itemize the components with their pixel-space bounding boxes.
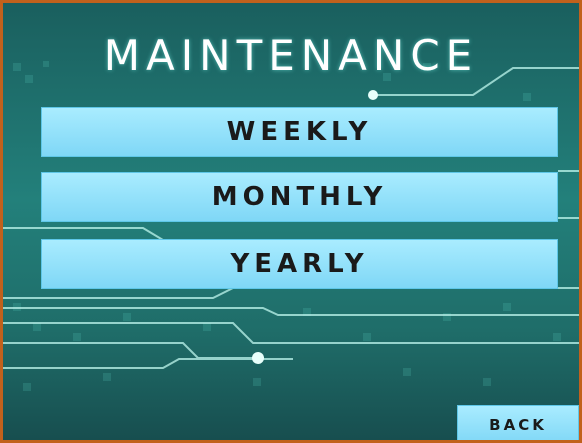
yearly-button-label: YEARLY [230,249,369,279]
monthly-button-label: MONTHLY [211,182,388,212]
weekly-button-label: WEEKLY [226,117,373,147]
monthly-button[interactable]: MONTHLY [41,172,558,222]
screen-frame: MAINTENANCE WEEKLY MONTHLY YEARLY BACK [0,0,582,443]
yearly-button[interactable]: YEARLY [41,239,558,289]
back-button-label: BACK [489,416,547,434]
page-title: MAINTENANCE [103,31,479,80]
weekly-button[interactable]: WEEKLY [41,107,558,157]
back-button[interactable]: BACK [457,405,579,440]
